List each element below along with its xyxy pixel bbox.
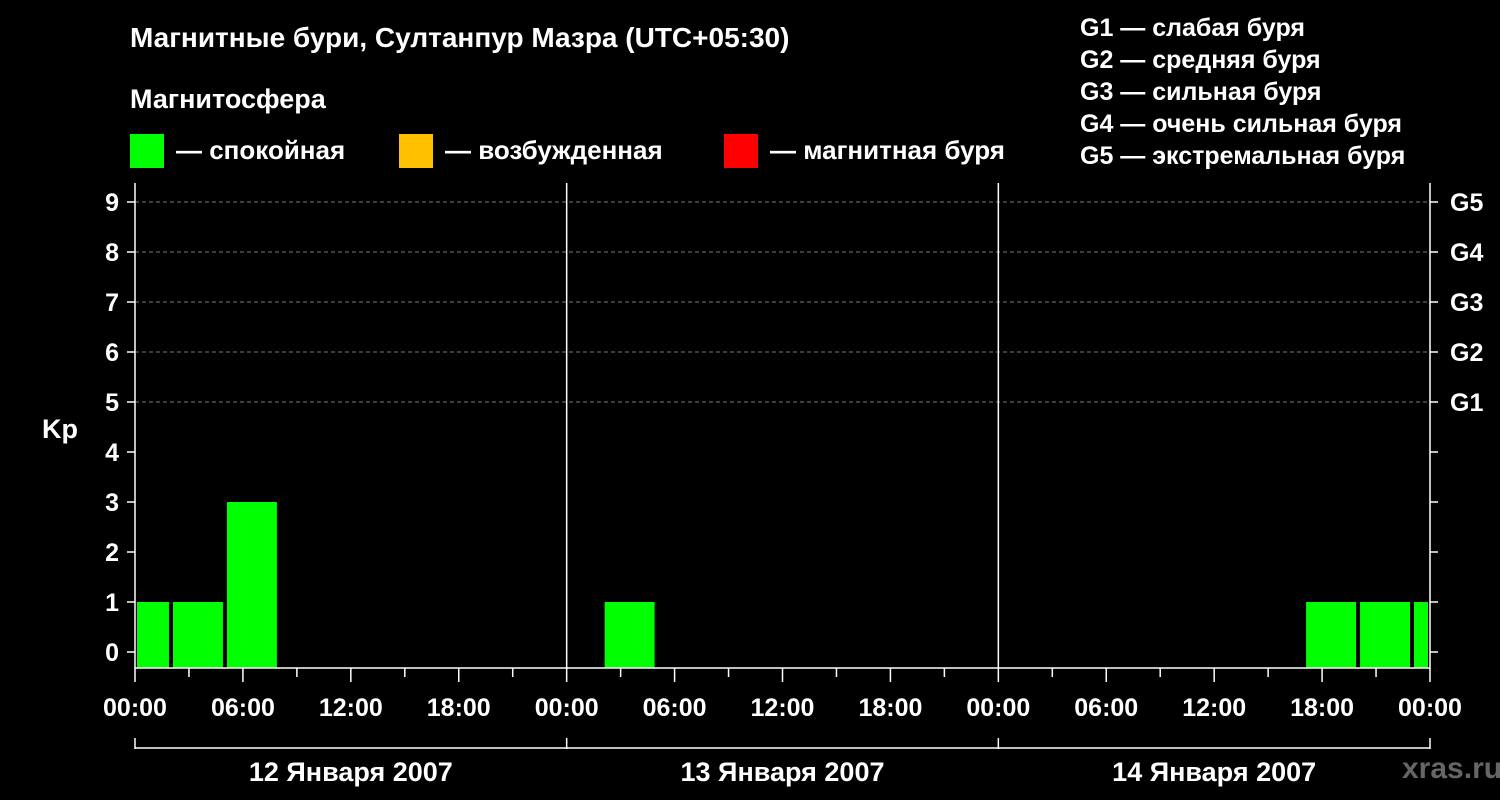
storm-level-label: G2 (1450, 339, 1483, 367)
kp-bar (172, 602, 223, 668)
y-axis-label: Kp (42, 414, 78, 444)
x-tick-label: 12:00 (319, 694, 383, 722)
watermark: xras.ru (1402, 752, 1500, 785)
x-tick-label: 12:00 (1182, 694, 1246, 722)
x-tick-label: 12:00 (751, 694, 815, 722)
kp-bar (604, 602, 655, 668)
y-tick-label: 3 (105, 489, 119, 517)
kp-bar (226, 502, 277, 668)
kp-bar (1306, 602, 1357, 668)
x-tick-label: 00:00 (535, 694, 599, 722)
x-tick-label: 06:00 (643, 694, 707, 722)
storm-level-label: G4 (1450, 239, 1483, 267)
y-tick-label: 2 (105, 539, 119, 567)
y-tick-label: 7 (105, 289, 119, 317)
legend-label-storm: — магнитная буря (770, 135, 1005, 165)
x-tick-label: 00:00 (103, 694, 167, 722)
x-tick-label: 06:00 (1074, 694, 1138, 722)
storm-scale-legend: G1 — слабая буря G2 — средняя буря G3 — … (1080, 12, 1405, 172)
y-tick-label: 5 (105, 389, 119, 417)
scale-g2: G2 — средняя буря (1080, 46, 1321, 74)
chart-subtitle: Магнитосфера (130, 84, 326, 114)
day-label: 13 Января 2007 (681, 757, 885, 787)
y-tick-label: 0 (105, 639, 119, 667)
scale-g5: G5 — экстремальная буря (1080, 142, 1406, 170)
y-tick-label: 6 (105, 339, 119, 367)
x-tick-label: 18:00 (1290, 694, 1354, 722)
kp-bar (137, 602, 169, 668)
legend-label-excited: — возбужденная (445, 135, 663, 165)
kp-bar (1360, 602, 1411, 668)
y-tick-label: 1 (105, 589, 119, 617)
day-label: 14 Января 2007 (1112, 757, 1316, 787)
day-label: 12 Января 2007 (249, 757, 453, 787)
x-tick-label: 18:00 (858, 694, 922, 722)
legend-swatch-excited (399, 134, 433, 168)
legend-label-quiet: — спокойная (176, 135, 346, 165)
scale-g4: G4 — очень сильная буря (1080, 110, 1402, 138)
y-tick-label: 4 (105, 439, 119, 467)
y-tick-label: 8 (105, 239, 119, 267)
scale-g3: G3 — сильная буря (1080, 78, 1322, 106)
x-tick-label: 00:00 (1398, 694, 1462, 722)
x-tick-label: 06:00 (211, 694, 275, 722)
storm-level-label: G3 (1450, 289, 1483, 317)
scale-g1: G1 — слабая буря (1080, 14, 1306, 42)
kp-bar (1414, 602, 1428, 668)
y-tick-label: 9 (105, 189, 119, 217)
x-tick-label: 18:00 (427, 694, 491, 722)
legend-swatch-storm (724, 134, 758, 168)
legend-swatch-quiet (130, 134, 164, 168)
chart-title: Магнитные бури, Султанпур Мазра (UTC+05:… (130, 22, 790, 53)
x-tick-label: 00:00 (966, 694, 1030, 722)
storm-level-label: G5 (1450, 189, 1483, 217)
storm-level-label: G1 (1450, 389, 1483, 417)
